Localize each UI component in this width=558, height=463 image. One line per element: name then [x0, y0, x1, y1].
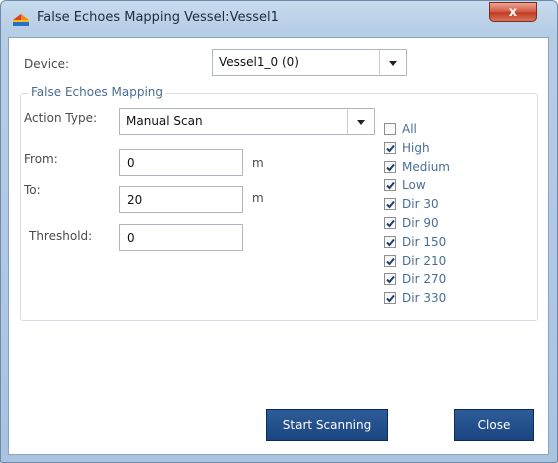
- dropdown-separator: [379, 50, 380, 75]
- close-button[interactable]: Close: [454, 409, 534, 441]
- from-value: 0: [127, 156, 135, 170]
- group-title: False Echoes Mapping: [28, 85, 167, 99]
- filter-checkbox-label[interactable]: Dir 150: [402, 235, 446, 249]
- action-type-label: Action Type:: [24, 111, 98, 125]
- app-logo-icon: [13, 14, 29, 26]
- checkbox-checked-icon[interactable]: [384, 273, 396, 286]
- checkbox-checked-icon[interactable]: [384, 292, 396, 305]
- from-input[interactable]: 0: [119, 149, 243, 176]
- action-type-select[interactable]: Manual Scan: [119, 108, 375, 135]
- filter-checkbox-label[interactable]: Dir 30: [402, 197, 439, 211]
- filter-checkbox-label[interactable]: Dir 210: [402, 254, 446, 268]
- checkbox-checked-icon[interactable]: [384, 217, 396, 229]
- to-label: To:: [24, 183, 41, 197]
- to-input[interactable]: 20: [119, 186, 243, 213]
- close-window-button[interactable]: x: [489, 2, 537, 22]
- checkbox-checked-icon[interactable]: [384, 141, 396, 154]
- device-label: Device:: [24, 57, 70, 71]
- chevron-down-icon[interactable]: [357, 120, 365, 125]
- filter-checkbox-label[interactable]: Medium: [402, 160, 450, 174]
- filter-checkbox-label[interactable]: Dir 90: [402, 216, 439, 230]
- start-scanning-button[interactable]: Start Scanning: [266, 409, 388, 441]
- dialog-window: False Echoes Mapping Vessel:Vessel1 x De…: [0, 0, 558, 463]
- filter-checkbox-label[interactable]: Dir 270: [402, 272, 446, 286]
- checkbox-unchecked-icon[interactable]: [384, 123, 396, 135]
- window-title: False Echoes Mapping Vessel:Vessel1: [37, 10, 279, 25]
- to-unit: m: [252, 191, 264, 205]
- filter-checkbox-label[interactable]: Low: [402, 178, 426, 192]
- filter-checkbox-label[interactable]: Dir 330: [402, 291, 446, 305]
- checkbox-checked-icon[interactable]: [384, 179, 396, 192]
- checkbox-checked-icon[interactable]: [384, 198, 396, 211]
- close-icon: x: [508, 5, 518, 20]
- filter-checkbox-label[interactable]: High: [402, 141, 430, 155]
- dialog-content: Device: Vessel1_0 (0) False Echoes Mappi…: [8, 37, 549, 455]
- device-select[interactable]: Vessel1_0 (0): [212, 49, 407, 76]
- threshold-input[interactable]: 0: [119, 224, 243, 251]
- to-value: 20: [127, 193, 143, 207]
- filter-checkbox-label[interactable]: All: [402, 122, 417, 136]
- dropdown-separator: [347, 109, 348, 134]
- threshold-label: Threshold:: [29, 229, 93, 243]
- checkbox-checked-icon[interactable]: [384, 235, 396, 248]
- from-label: From:: [24, 152, 58, 166]
- threshold-value: 0: [127, 231, 135, 245]
- title-bar[interactable]: False Echoes Mapping Vessel:Vessel1 x: [1, 1, 557, 37]
- action-type-value: Manual Scan: [126, 114, 203, 128]
- checkbox-checked-icon[interactable]: [384, 160, 396, 173]
- checkbox-checked-icon[interactable]: [384, 254, 396, 267]
- from-unit: m: [252, 156, 264, 170]
- chevron-down-icon[interactable]: [389, 61, 397, 66]
- device-value: Vessel1_0 (0): [219, 55, 299, 69]
